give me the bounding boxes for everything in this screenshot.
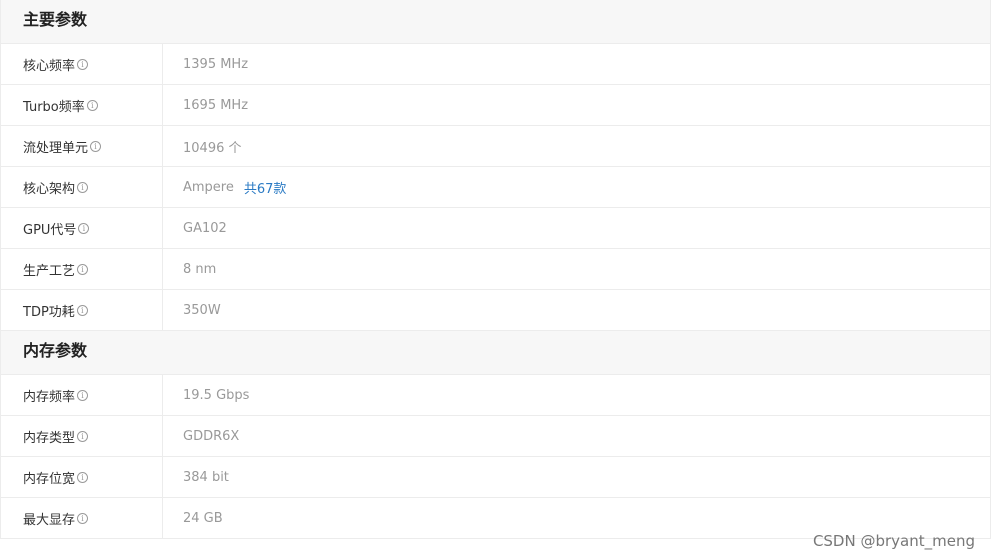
- spec-label-text: GPU代号: [23, 222, 77, 238]
- spec-label-text: 流处理单元: [23, 140, 89, 156]
- spec-value: 1695 MHz: [183, 97, 249, 113]
- spec-value: 10496 个: [183, 140, 242, 156]
- spec-label: 核心频率 i: [1, 44, 163, 84]
- section-header-main: 主要参数: [1, 0, 990, 44]
- spec-row-core-clock: 核心频率 i 1395 MHz: [1, 44, 990, 85]
- spec-label-text: 最大显存: [23, 512, 76, 528]
- info-icon[interactable]: i: [86, 99, 98, 111]
- spec-label-text: 内存类型: [23, 430, 76, 446]
- spec-label-text: 生产工艺: [23, 263, 76, 279]
- spec-label: 内存位宽 i: [1, 457, 163, 497]
- spec-value: 8 nm: [183, 261, 217, 277]
- info-icon[interactable]: i: [77, 512, 89, 524]
- info-icon[interactable]: i: [77, 430, 89, 442]
- info-icon[interactable]: i: [77, 389, 89, 401]
- spec-label: TDP功耗 i: [1, 290, 163, 330]
- info-icon[interactable]: i: [76, 304, 88, 316]
- spec-table: 主要参数 核心频率 i 1395 MHz Turbo频率 i 1695 MHz …: [0, 0, 991, 539]
- spec-label: Turbo频率 i: [1, 85, 163, 125]
- watermark: CSDN @bryant_meng: [812, 532, 975, 550]
- spec-label-text: 内存频率: [23, 389, 76, 405]
- spec-label: 最大显存 i: [1, 498, 163, 538]
- architecture-count-link[interactable]: 共67款: [244, 178, 287, 197]
- spec-label: 核心架构 i: [1, 167, 163, 207]
- spec-row-memory-bus: 内存位宽 i 384 bit: [1, 457, 990, 498]
- spec-value: 1395 MHz: [183, 56, 249, 72]
- spec-row-turbo-clock: Turbo频率 i 1695 MHz: [1, 85, 990, 126]
- spec-row-architecture: 核心架构 i Ampere 共67款: [1, 167, 990, 208]
- spec-label-text: 核心频率: [23, 58, 76, 74]
- spec-label-text: 核心架构: [23, 181, 76, 197]
- spec-label: 生产工艺 i: [1, 249, 163, 289]
- section-header-memory: 内存参数: [1, 331, 990, 375]
- spec-label: 内存类型 i: [1, 416, 163, 456]
- spec-label-text: 内存位宽: [23, 471, 76, 487]
- spec-row-gpu-codename: GPU代号 i GA102: [1, 208, 990, 249]
- spec-value: 384 bit: [183, 469, 229, 485]
- info-icon[interactable]: i: [77, 263, 89, 275]
- info-icon[interactable]: i: [77, 58, 89, 70]
- spec-label-text: TDP功耗: [23, 304, 75, 320]
- spec-value: GDDR6X: [183, 428, 240, 444]
- spec-value-text: Ampere: [183, 179, 234, 195]
- info-icon[interactable]: i: [78, 222, 90, 234]
- spec-row-stream-processors: 流处理单元 i 10496 个: [1, 126, 990, 167]
- spec-row-memory-clock: 内存频率 i 19.5 Gbps: [1, 375, 990, 416]
- spec-value: GA102: [183, 220, 227, 236]
- info-icon[interactable]: i: [90, 140, 102, 152]
- spec-row-tdp: TDP功耗 i 350W: [1, 290, 990, 331]
- spec-row-memory-type: 内存类型 i GDDR6X: [1, 416, 990, 457]
- spec-value: 350W: [183, 302, 221, 318]
- spec-value: Ampere 共67款: [163, 167, 990, 207]
- spec-label-text: Turbo频率: [23, 99, 85, 115]
- spec-row-process: 生产工艺 i 8 nm: [1, 249, 990, 290]
- info-icon[interactable]: i: [77, 181, 89, 193]
- spec-label: 流处理单元 i: [1, 126, 163, 166]
- spec-value: 19.5 Gbps: [183, 387, 250, 403]
- info-icon[interactable]: i: [77, 471, 89, 483]
- spec-label: 内存频率 i: [1, 375, 163, 415]
- spec-label: GPU代号 i: [1, 208, 163, 248]
